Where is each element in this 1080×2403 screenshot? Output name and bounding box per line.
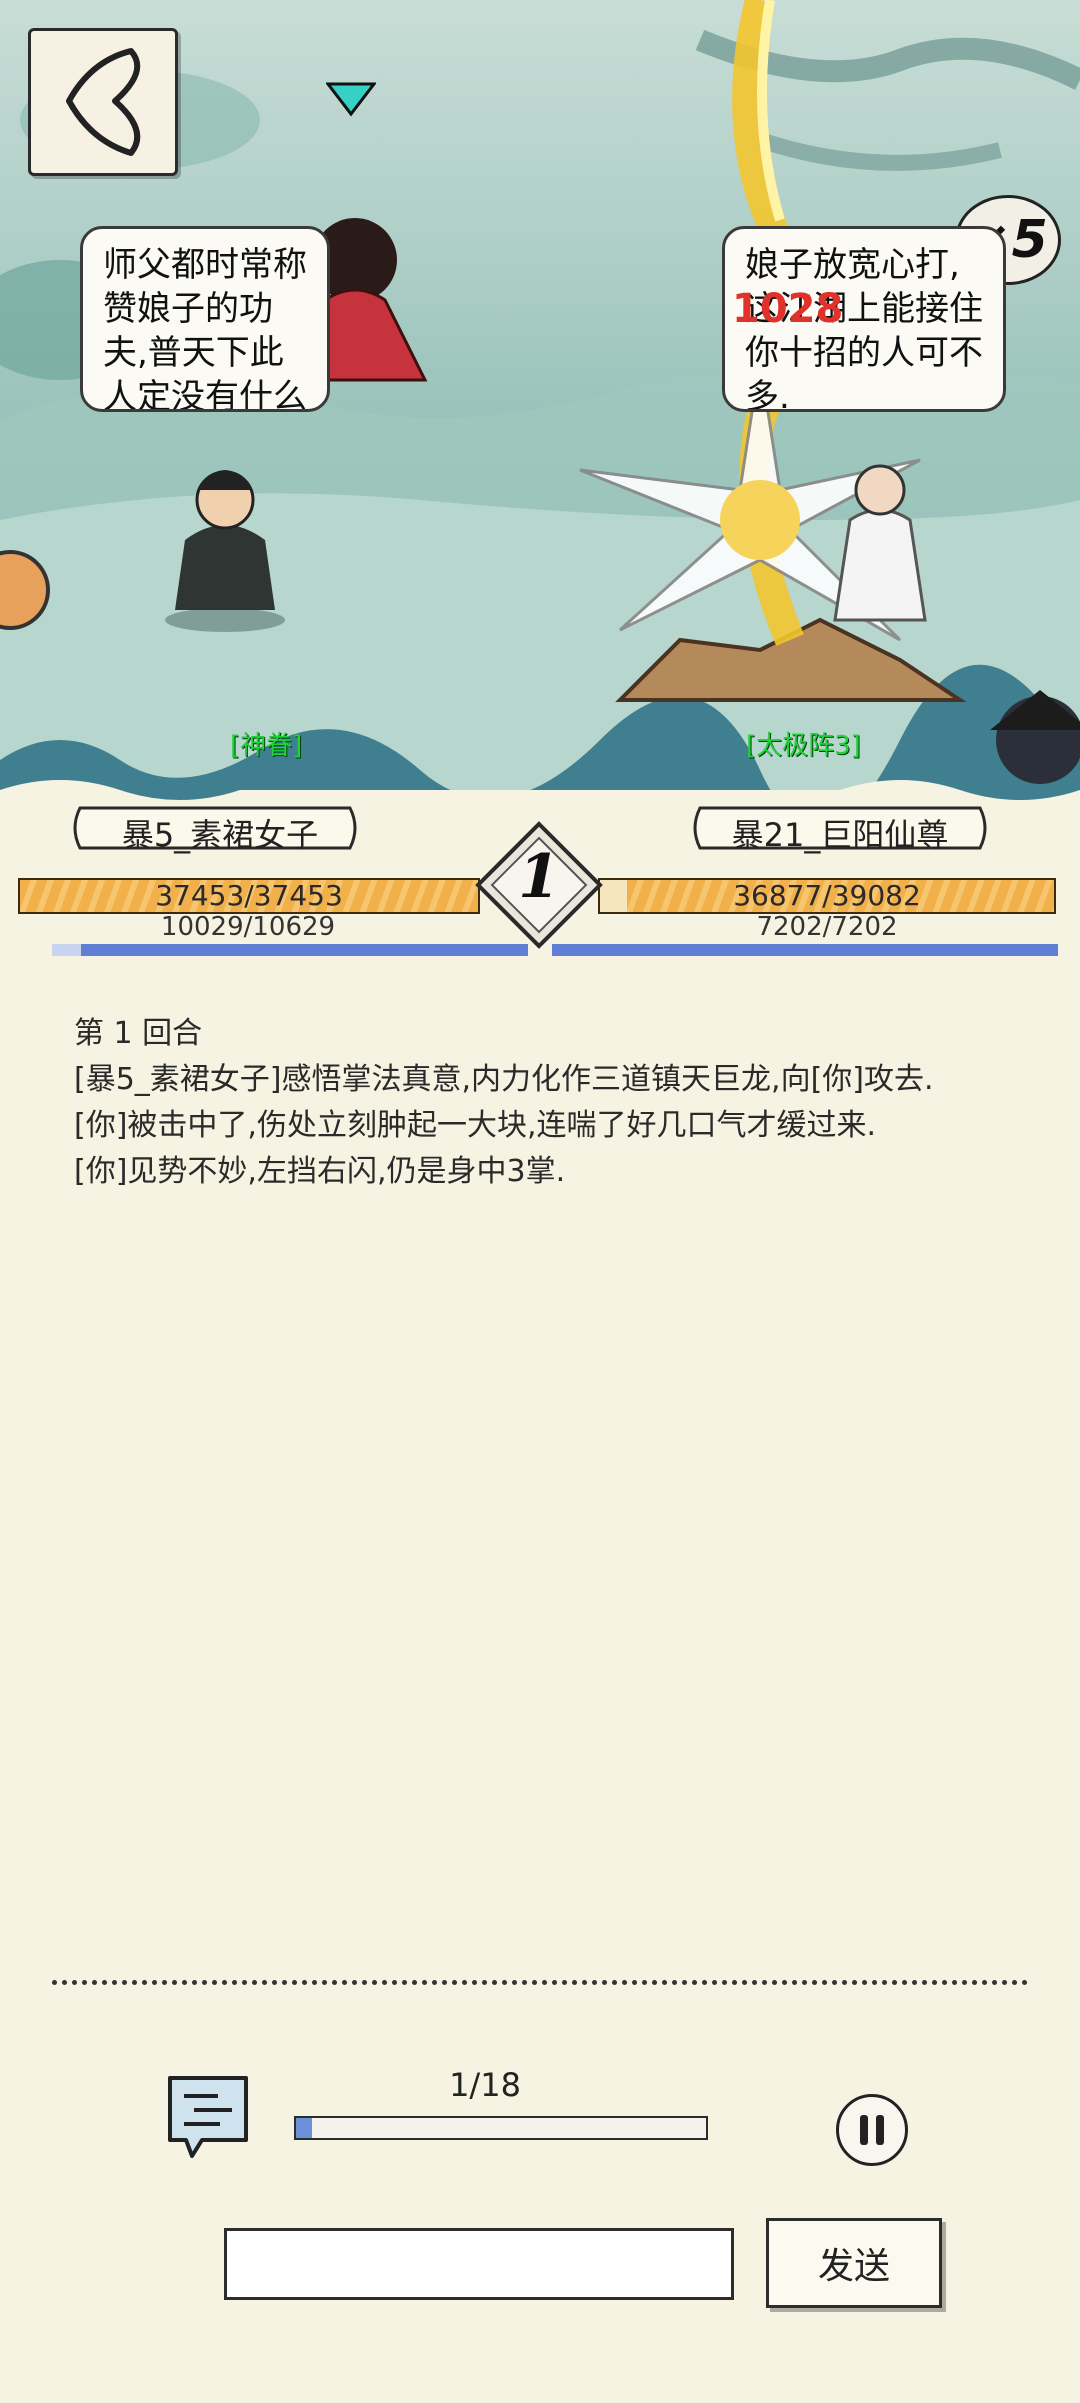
enemy-mp-bar [552,944,1058,956]
log-line: 第 1 回合 [74,1016,203,1051]
player-hp-text: 37453/37453 [155,879,343,912]
enemy-name: 暴21_巨阳仙尊 [731,816,949,854]
player-mp-bar [52,944,528,956]
back-button[interactable] [28,28,178,176]
player-name: 暴5_素裙女子 [121,816,319,854]
enemy-hp-bar: 36877/39082 [598,878,1056,914]
enemy-mp-text: 7202/7202 [756,912,898,942]
target-marker-icon [326,82,376,117]
send-button[interactable]: 发送 [766,2218,942,2308]
progress-label: 1/18 [449,2066,521,2104]
player-buff-label: [神眷] [230,731,303,761]
log-line: [你]见势不妙,左挡右闪,仍是身中3掌. [74,1154,566,1189]
battle-log: 第 1 回合 [暴5_素裙女子]感悟掌法真意,内力化作三道镇天巨龙,向[你]攻去… [74,1014,994,1198]
back-arrow-icon [66,48,141,156]
playback-progress[interactable] [294,2116,708,2140]
enemy-buff-label: [太极阵3] [746,731,861,761]
speech-bubble-ally: 师父都时常称赞娘子的功夫,普天下此人定没有什么问题. [80,226,330,412]
pause-button[interactable] [836,2094,908,2166]
player-mp-text: 10029/10629 [160,912,336,942]
player-mp-fill [80,944,528,956]
playback-progress-fill [296,2118,313,2138]
round-number: 1 [518,842,560,912]
pause-icon [860,2115,868,2145]
enemy-hp-text: 36877/39082 [733,879,921,912]
damage-popup: 1028 [732,286,844,332]
chat-input[interactable] [224,2228,734,2300]
log-line: [暴5_素裙女子]感悟掌法真意,内力化作三道镇天巨龙,向[你]攻去. [74,1062,934,1097]
pause-icon [876,2115,884,2145]
divider [52,1980,1028,1985]
enemy-mp-fill [552,944,1058,956]
chat-log-icon[interactable] [162,2070,254,2162]
battle-scene: ×5 师父都时常称赞娘子的功夫,普天下此人定没有什么问题. 娘子放宽心打,这江湖… [0,0,1080,830]
player-hp-bar: 37453/37453 [18,878,480,914]
log-line: [你]被击中了,伤处立刻肿起一大块,连喘了好几口气才缓过来. [74,1108,877,1143]
